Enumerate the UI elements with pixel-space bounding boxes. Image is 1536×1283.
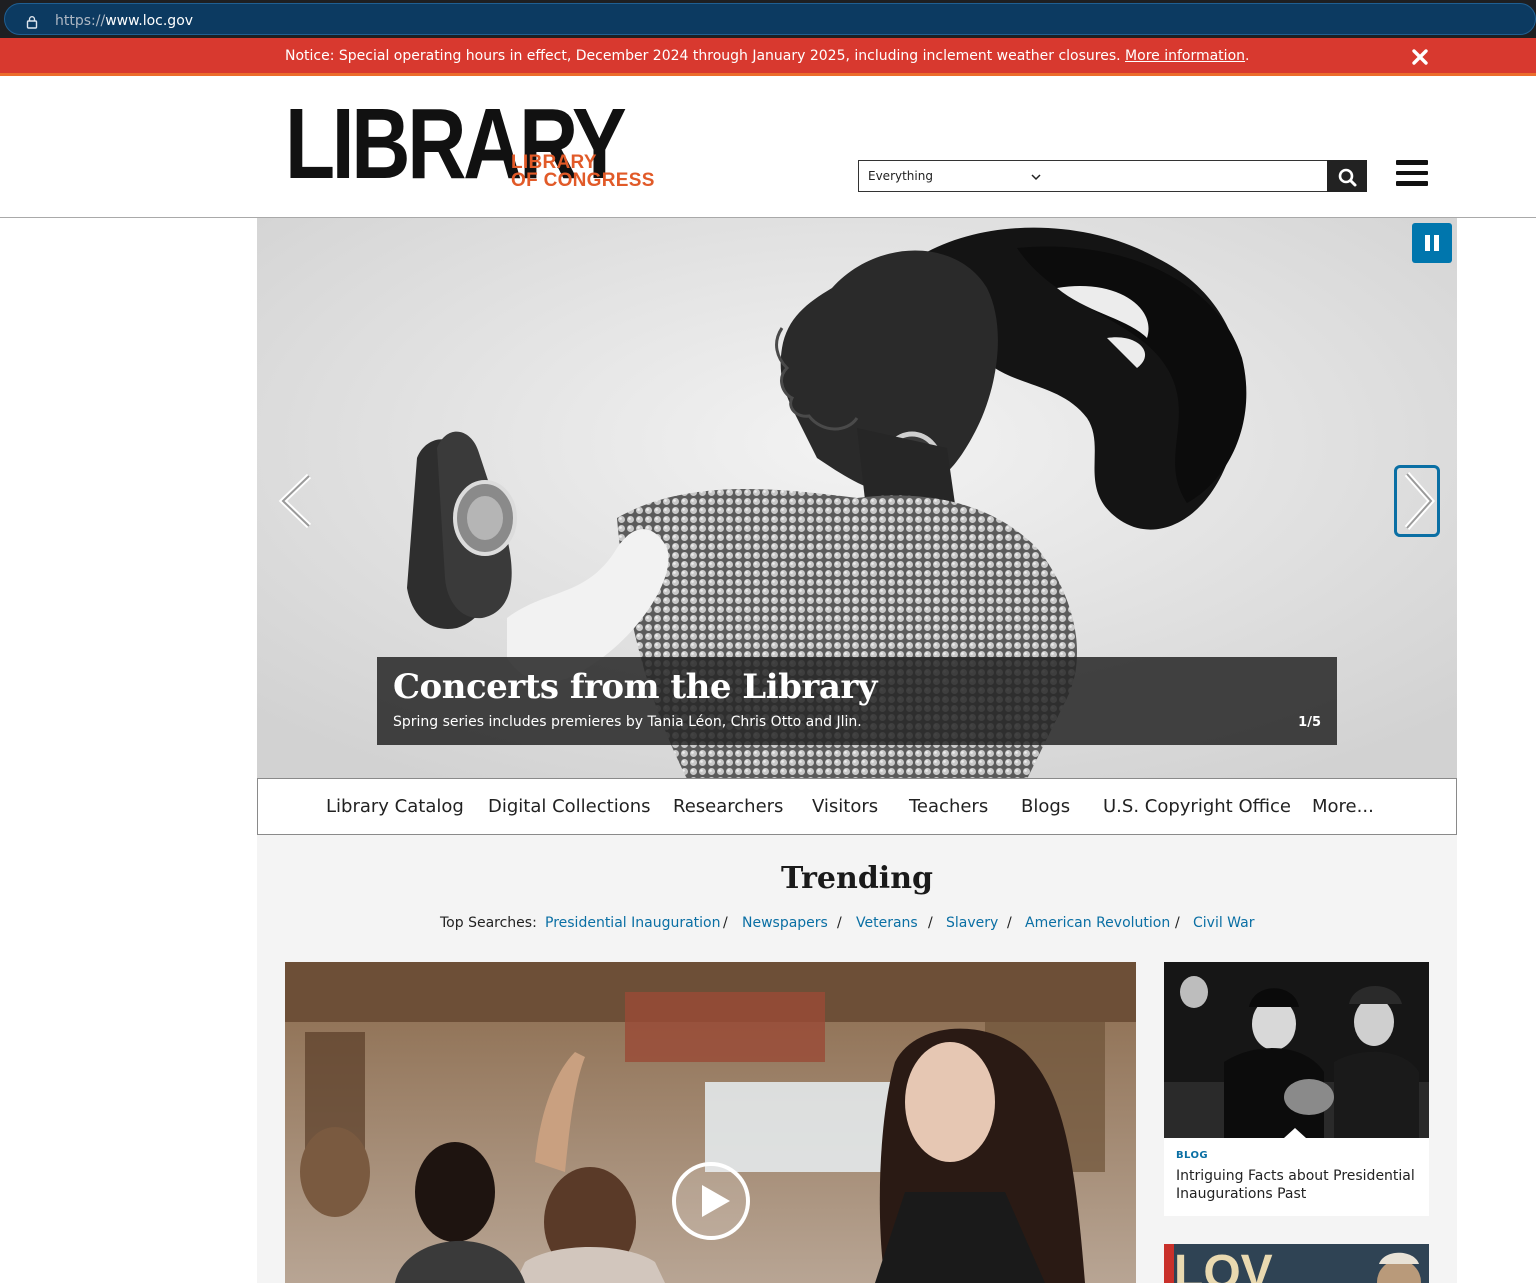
site-header: LIBRARY LIBRARY OF CONGRESS Everything [0,76,1536,218]
secondary-card-image: LOV [1164,1244,1429,1283]
notice-trailing: . [1245,48,1250,64]
blog-card[interactable]: BLOG Intriguing Facts about Presidential… [1164,962,1429,1216]
logo-subtitle-line2: OF CONGRESS [511,170,655,191]
more-information-link[interactable]: More information [1125,48,1245,64]
url-protocol: https:// [55,13,106,29]
search-link-newspapers[interactable]: Newspapers [742,915,828,931]
inauguration-photo [1164,962,1429,1138]
search-link-slavery[interactable]: Slavery [946,915,998,931]
blog-card-image [1164,962,1429,1138]
nav-copyright-office[interactable]: U.S. Copyright Office [1103,796,1291,817]
separator: / [1175,915,1180,931]
hamburger-menu-icon[interactable] [1396,160,1430,190]
hero-caption[interactable]: Concerts from the Library Spring series … [377,657,1337,745]
play-icon[interactable] [670,1160,752,1242]
logo-subtitle: LIBRARY OF CONGRESS [511,153,655,191]
trending-title: Trending [780,861,933,896]
notice-message: Notice: Special operating hours in effec… [285,48,1121,64]
search-link-civil-war[interactable]: Civil War [1193,915,1254,931]
feature-video[interactable] [285,962,1136,1283]
secondary-card-text: LOV [1174,1246,1273,1283]
nav-digital-collections[interactable]: Digital Collections [488,796,651,817]
separator: / [928,915,933,931]
separator: / [723,915,728,931]
search-link-veterans[interactable]: Veterans [856,915,918,931]
hero-subtitle: Spring series includes premieres by Tani… [393,714,862,730]
blog-card-title[interactable]: Intriguing Facts about Presidential Inau… [1176,1167,1416,1203]
url-host: www.loc.gov [105,13,194,29]
close-icon[interactable] [1410,47,1430,67]
browser-toolbar: https://www.loc.gov [0,0,1536,38]
notice-banner: Notice: Special operating hours in effec… [0,38,1536,76]
library-of-congress-logo[interactable]: LIBRARY LIBRARY OF CONGRESS [285,94,655,194]
search-scope-value: Everything [868,169,933,183]
search-form: Everything [858,160,1367,192]
search-input[interactable] [1049,160,1328,192]
search-scope-select[interactable]: Everything [858,160,1050,192]
blog-tag: BLOG [1176,1150,1208,1161]
lock-icon[interactable] [25,15,39,29]
search-icon [1338,168,1357,187]
slide-counter: 1/5 [1298,715,1321,730]
hero-title[interactable]: Concerts from the Library [393,667,878,707]
search-link-american-revolution[interactable]: American Revolution [1025,915,1170,931]
chevron-right-icon [1404,472,1436,530]
chevron-down-icon [1031,174,1041,181]
nav-blogs[interactable]: Blogs [1021,796,1070,817]
nav-researchers[interactable]: Researchers [673,796,783,817]
primary-nav: Library Catalog Digital Collections Rese… [257,778,1457,835]
nav-teachers[interactable]: Teachers [909,796,988,817]
chevron-left-icon[interactable] [275,472,315,530]
address-bar[interactable]: https://www.loc.gov [4,3,1536,35]
search-link-presidential-inauguration[interactable]: Presidential Inauguration [545,915,720,931]
secondary-card[interactable]: LOV [1164,1244,1429,1283]
url-text[interactable]: https://www.loc.gov [55,13,193,29]
nav-more[interactable]: More... [1312,796,1374,817]
trending-section: Trending Top Searches: Presidential Inau… [257,835,1457,1283]
notice-text: Notice: Special operating hours in effec… [285,48,1249,64]
next-slide-button[interactable] [1394,465,1440,537]
hero-carousel: Concerts from the Library Spring series … [257,218,1457,779]
top-searches-label: Top Searches: [440,915,537,931]
separator: / [837,915,842,931]
nav-library-catalog[interactable]: Library Catalog [326,796,464,817]
search-button[interactable] [1327,160,1367,192]
nav-visitors[interactable]: Visitors [812,796,878,817]
pause-button[interactable] [1412,223,1452,263]
separator: / [1007,915,1012,931]
pause-icon [1425,235,1430,251]
